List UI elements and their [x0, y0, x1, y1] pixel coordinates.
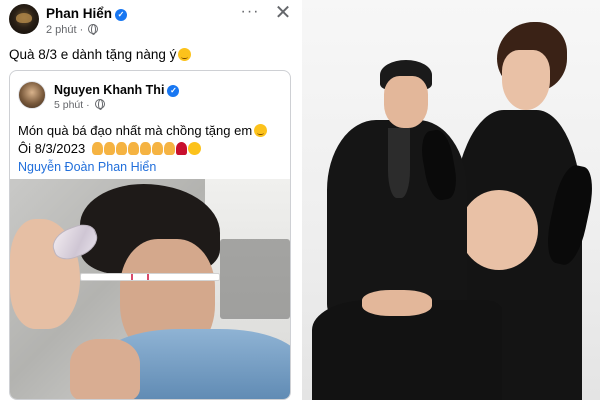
post-author-name[interactable]: Phan Hiển [46, 6, 112, 21]
flower-icon [175, 142, 187, 155]
facebook-post: Phan Hiển ✓ 2 phút · ··· ✕ Quà 8/3 e dành… [0, 0, 302, 400]
photo-pregnancy-test [80, 273, 220, 281]
post-caption: Quà 8/3 e dành tặng nàng ý [9, 47, 192, 62]
photo-woman-belly [460, 190, 538, 270]
grinning-face-icon [178, 48, 192, 61]
shared-post-photo[interactable] [10, 179, 290, 399]
tagged-user-link[interactable]: Nguyễn Đoàn Phan Hiển [18, 160, 156, 174]
grinning-face-icon [254, 124, 268, 137]
photo-man-hands [362, 290, 432, 316]
folded-hands-icon [115, 142, 127, 155]
folded-hands-icon [127, 142, 139, 155]
shared-author-name[interactable]: Nguyen Khanh Thi [54, 83, 164, 97]
folded-hands-icon [91, 142, 103, 155]
photo-man-fingers [70, 339, 140, 399]
shared-time[interactable]: 5 phút [54, 99, 83, 111]
globe-icon [88, 24, 99, 35]
photo-man-face [384, 76, 428, 128]
shared-post-card[interactable]: Nguyen Khanh Thi ✓ 5 phút · Món quà bá đạ… [9, 70, 291, 400]
couple-photo [302, 0, 600, 400]
shared-author[interactable]: Nguyen Khanh Thi ✓ [54, 83, 180, 97]
flexed-biceps-icon [163, 142, 175, 155]
shared-author-avatar[interactable] [18, 81, 46, 109]
close-button[interactable]: ✕ [272, 2, 294, 24]
post-author[interactable]: Phan Hiển ✓ [46, 6, 128, 21]
emoji-row [91, 142, 202, 158]
globe-icon [94, 99, 105, 110]
shared-meta: 5 phút · [54, 99, 105, 111]
post-header: Phan Hiển ✓ 2 phút · ··· ✕ [0, 0, 302, 40]
folded-hands-icon [103, 142, 115, 155]
shared-text-line-1: Món quà bá đạo nhất mà chồng tặng em [18, 123, 268, 138]
photo-background-shelf [220, 239, 290, 319]
author-avatar[interactable] [9, 4, 39, 34]
shared-text-2: Ôi 8/3/2023 [18, 141, 86, 156]
shared-text-line-2: Ôi 8/3/2023 [18, 141, 202, 158]
post-meta: 2 phút · [46, 24, 99, 36]
grinning-face-icon [187, 142, 201, 155]
post-time[interactable]: 2 phút [46, 24, 77, 36]
photo-man-shirt [388, 128, 410, 198]
shared-text-1: Món quà bá đạo nhất mà chồng tặng em [18, 123, 253, 138]
verified-badge-icon: ✓ [115, 9, 128, 21]
more-options-button[interactable]: ··· [240, 2, 260, 22]
folded-hands-icon [139, 142, 151, 155]
folded-hands-icon [151, 142, 163, 155]
post-caption-text: Quà 8/3 e dành tặng nàng ý [9, 47, 177, 62]
verified-badge-icon: ✓ [167, 85, 180, 97]
photo-woman-face [502, 50, 550, 110]
